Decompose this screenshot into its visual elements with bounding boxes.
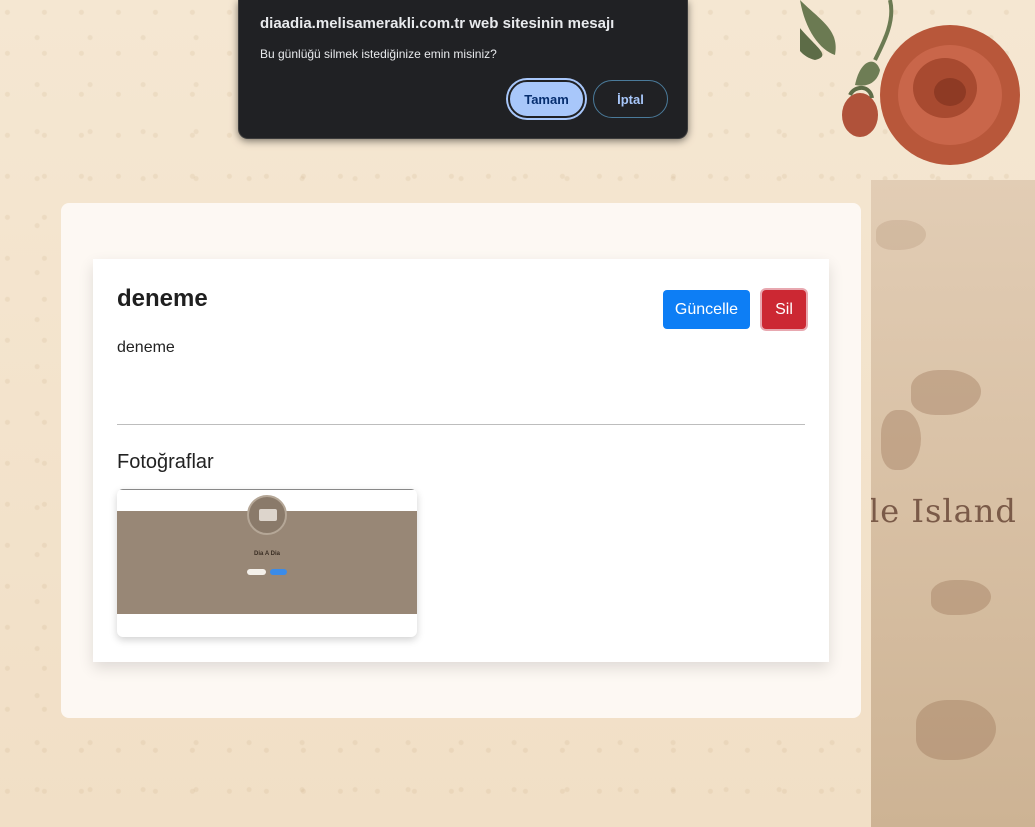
dialog-title: diaadia.melisamerakli.com.tr web sitesin… (260, 15, 615, 32)
dialog-message: Bu günlüğü silmek istediğinize emin misi… (260, 47, 497, 61)
divider (117, 424, 805, 425)
entry-title: deneme (117, 285, 208, 312)
thumbnail-title: Dia A Dia (254, 551, 280, 557)
entry-body: deneme (117, 339, 175, 356)
photo-thumbnail[interactable]: Dia A Dia (117, 489, 417, 637)
thumbnail-top-line (117, 489, 417, 490)
thumbnail-mini-button (247, 569, 266, 575)
update-button[interactable]: Güncelle (663, 290, 750, 329)
photos-heading: Fotoğraflar (117, 451, 214, 473)
ok-button[interactable]: Tamam (508, 80, 585, 118)
map-label-text: le Island (871, 492, 1017, 530)
diary-entry-card: deneme deneme Güncelle Sil Fotoğraflar D… (93, 259, 829, 662)
delete-button[interactable]: Sil (762, 290, 806, 329)
thumbnail-avatar (247, 495, 287, 535)
rose-illustration (800, 0, 1020, 165)
background-map-image: le Island (871, 180, 1035, 827)
thumbnail-mini-button (270, 569, 287, 575)
confirm-dialog: diaadia.melisamerakli.com.tr web sitesin… (238, 0, 688, 139)
cancel-button[interactable]: İptal (593, 80, 668, 118)
